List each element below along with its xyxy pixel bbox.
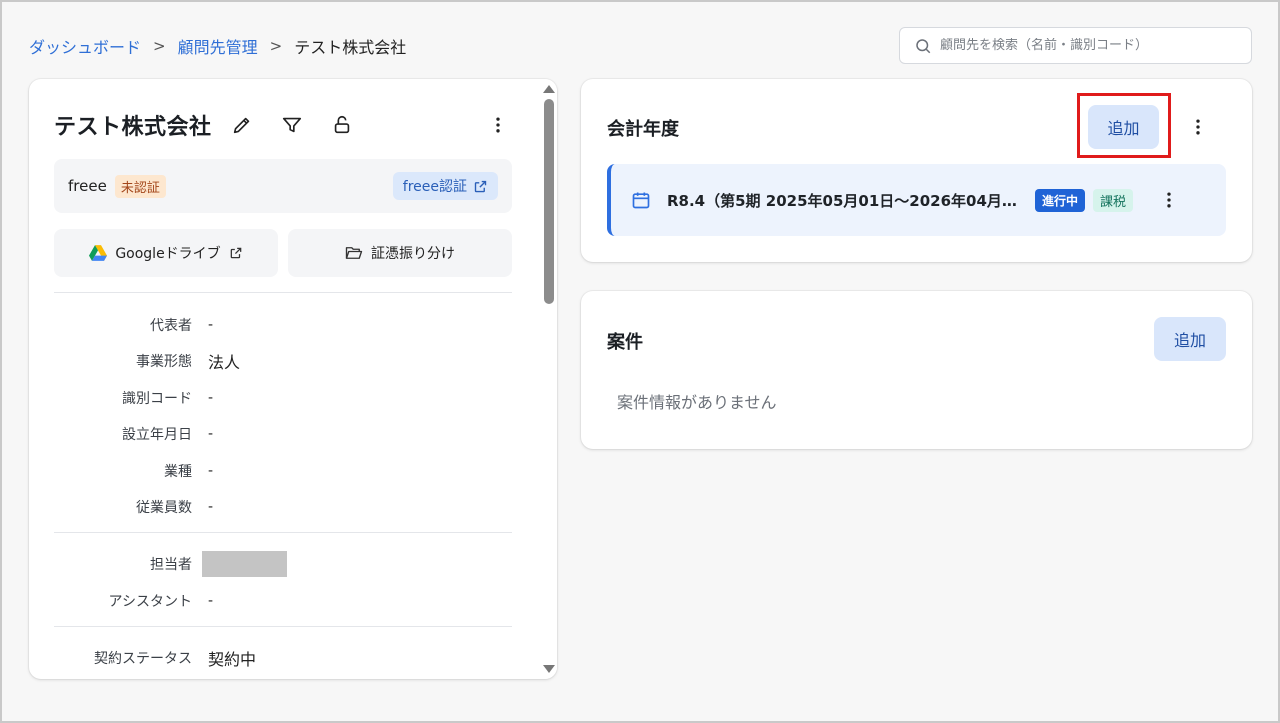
fiscal-year-add-button[interactable]: 追加 xyxy=(1088,105,1159,149)
contract-status-row: 契約ステータス 契約中 xyxy=(54,646,512,670)
google-drive-icon xyxy=(89,245,108,261)
detail-row-id-code: 識別コード - xyxy=(54,386,512,410)
chevron-right-icon: > xyxy=(153,37,166,55)
external-link-icon xyxy=(474,180,487,192)
detail-value: - xyxy=(208,426,214,442)
fiscal-year-card: 会計年度 追加 R8.4（第5期 2025年05月01日〜2026年04月30日… xyxy=(581,79,1252,262)
search-box xyxy=(899,27,1252,64)
staff-label: 担当者 xyxy=(150,557,192,573)
detail-label: 従業員数 xyxy=(136,500,192,516)
detail-row-established: 設立年月日 - xyxy=(54,422,512,446)
tax-badge: 課税 xyxy=(1093,188,1134,212)
folder-open-icon xyxy=(345,247,363,259)
more-vertical-icon[interactable] xyxy=(1182,111,1214,143)
freee-label: freee xyxy=(68,177,107,195)
cases-card: 案件 追加 案件情報がありません xyxy=(581,291,1252,449)
company-name: テスト株式会社 xyxy=(54,115,212,140)
detail-value: - xyxy=(208,317,214,333)
freee-integration-box: freee 未認証 freee認証 xyxy=(54,159,512,213)
freee-auth-button[interactable]: freee認証 xyxy=(392,172,498,200)
divider xyxy=(54,532,512,533)
detail-row-business-type: 事業形態 法人 xyxy=(54,349,512,373)
google-drive-button[interactable]: Googleドライブ xyxy=(54,229,278,277)
scroll-thumb[interactable] xyxy=(544,99,554,304)
detail-value: - xyxy=(208,499,214,515)
company-header: テスト株式会社 xyxy=(54,109,514,141)
detail-label: 識別コード xyxy=(122,391,192,407)
google-drive-label: Googleドライブ xyxy=(115,246,221,262)
scroll-down-arrow-icon[interactable] xyxy=(543,665,555,673)
breadcrumb-current: テスト株式会社 xyxy=(294,38,407,57)
scrollbar[interactable] xyxy=(539,79,557,679)
evidence-sort-button[interactable]: 証憑振り分け xyxy=(288,229,512,277)
status-badge: 進行中 xyxy=(1035,188,1086,212)
calendar-icon xyxy=(632,192,650,209)
more-vertical-icon[interactable] xyxy=(1153,184,1185,216)
scroll-up-arrow-icon[interactable] xyxy=(543,85,555,93)
cases-title: 案件 xyxy=(607,332,643,353)
breadcrumb-clients-link[interactable]: 顧問先管理 xyxy=(178,34,258,58)
breadcrumb: ダッシュボード > 顧問先管理 > テスト株式会社 xyxy=(29,34,406,58)
unlock-icon[interactable] xyxy=(326,109,358,141)
fiscal-year-item[interactable]: R8.4（第5期 2025年05月01日〜2026年04月30日） 進行中 課税 xyxy=(607,164,1226,236)
divider xyxy=(54,292,512,293)
staff-row-person-in-charge: 担当者 xyxy=(54,551,512,577)
detail-value: - xyxy=(208,390,214,406)
fiscal-year-title: 会計年度 xyxy=(607,119,679,140)
more-vertical-icon[interactable] xyxy=(482,109,514,141)
detail-value: 法人 xyxy=(208,353,241,372)
staff-label: アシスタント xyxy=(108,594,192,610)
staff-row-assistant: アシスタント - xyxy=(54,589,512,613)
contract-status-label: 契約ステータス xyxy=(94,651,192,667)
evidence-sort-label: 証憑振り分け xyxy=(371,246,455,262)
breadcrumb-dashboard-link[interactable]: ダッシュボード xyxy=(29,34,141,58)
freee-status-badge: 未認証 xyxy=(114,174,166,198)
detail-row-representative: 代表者 - xyxy=(54,313,512,337)
detail-label: 設立年月日 xyxy=(122,427,192,443)
search-icon xyxy=(916,38,931,53)
contract-status-value: 契約中 xyxy=(208,650,257,669)
freee-auth-label: freee認証 xyxy=(402,179,467,195)
cases-add-button[interactable]: 追加 xyxy=(1154,317,1226,361)
external-link-icon xyxy=(230,247,241,259)
edit-icon[interactable] xyxy=(226,109,258,141)
detail-row-industry: 業種 - xyxy=(54,459,512,483)
detail-value: - xyxy=(208,463,214,479)
filter-icon[interactable] xyxy=(276,109,308,141)
detail-row-employees: 従業員数 - xyxy=(54,495,512,519)
client-detail-card: テスト株式会社 freee 未認証 freee認証 Googleドライブ 証憑振… xyxy=(29,79,557,679)
detail-label: 業種 xyxy=(164,464,192,480)
cases-empty-message: 案件情報がありません xyxy=(617,393,777,412)
detail-label: 事業形態 xyxy=(136,354,192,370)
chevron-right-icon: > xyxy=(269,37,283,55)
divider xyxy=(54,626,512,627)
detail-label: 代表者 xyxy=(150,318,192,334)
staff-value: - xyxy=(208,593,214,609)
redacted-value xyxy=(202,551,287,577)
fiscal-year-period: R8.4（第5期 2025年05月01日〜2026年04月30日） xyxy=(667,191,1017,210)
search-input[interactable] xyxy=(940,38,1240,53)
